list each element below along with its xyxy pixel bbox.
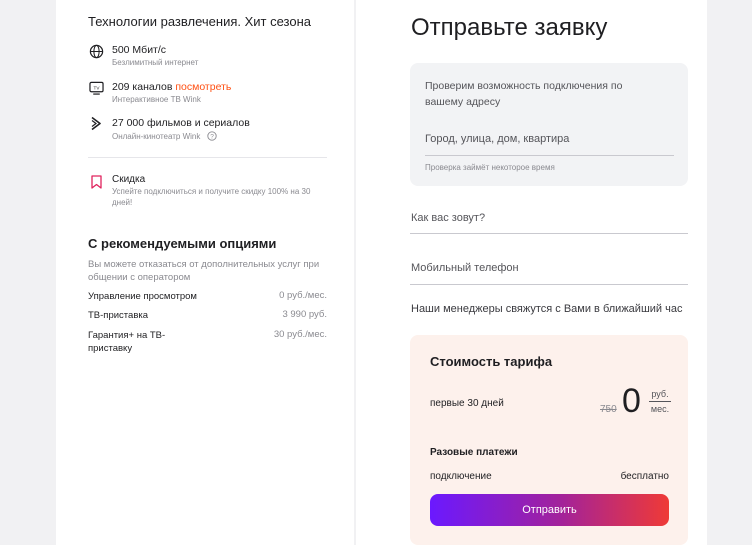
option-name: ТВ-приставка	[88, 310, 149, 321]
feature-channels-sub: Интерактивное ТВ Wink	[112, 95, 201, 104]
feature-internet-speed: 500 Мбит/с	[112, 44, 167, 56]
managers-note: Наши менеджеры свяжутся с Вами в ближайш…	[411, 303, 683, 315]
cost-title: Стоимость тарифа	[430, 354, 553, 369]
connection-value: бесплатно	[620, 471, 669, 482]
options-note-line2: общении с оператором	[88, 272, 191, 283]
option-price: 30 руб./мес.	[273, 329, 327, 340]
discount-text-line2: дней!	[112, 198, 133, 207]
options-note-line1: Вы можете отказаться от дополнительных у…	[88, 259, 320, 270]
name-input[interactable]: Как вас зовут?	[411, 212, 485, 224]
cost-period: первые 30 дней	[430, 398, 504, 409]
divider	[88, 157, 327, 158]
tariff-details-card: Технологии развлечения. Хит сезона 500 М…	[56, 0, 354, 545]
options-title: С рекомендуемыми опциями	[88, 236, 277, 251]
old-price: 750	[600, 404, 617, 415]
tariff-title: Технологии развлечения. Хит сезона	[88, 14, 311, 29]
help-icon[interactable]: ?	[207, 131, 217, 141]
wink-icon	[90, 116, 103, 131]
option-name-line1: Гарантия+ на ТВ-	[88, 330, 166, 341]
svg-text:?: ?	[210, 133, 214, 140]
address-input[interactable]: Город, улица, дом, квартира	[425, 133, 569, 145]
phone-input[interactable]: Мобильный телефон	[411, 262, 519, 274]
option-price: 3 990 руб.	[282, 309, 327, 320]
application-form-card: Отправьте заявку Проверим возможность по…	[356, 0, 707, 545]
phone-input-underline	[410, 284, 688, 285]
one-time-title: Разовые платежи	[430, 447, 518, 458]
channels-link[interactable]: посмотреть	[175, 81, 231, 93]
address-hint: Проверка займёт некоторое время	[425, 163, 555, 172]
tariff-cost-box: Стоимость тарифа первые 30 дней 750 0 ру…	[410, 335, 688, 545]
svg-text:TV: TV	[94, 85, 101, 90]
discount-title: Скидка	[112, 174, 146, 185]
current-price: 0	[622, 382, 641, 420]
address-check-box: Проверим возможность подключения по ваше…	[410, 63, 688, 186]
feature-films-sub: Онлайн-кинотеатр Wink	[112, 132, 201, 141]
feature-films: 27 000 фильмов и сериалов	[112, 117, 250, 129]
connection-label: подключение	[430, 471, 492, 482]
submit-button[interactable]: Отправить	[430, 494, 669, 526]
bookmark-icon	[91, 175, 102, 189]
option-name: Управление просмотром	[88, 291, 197, 302]
globe-icon	[89, 44, 104, 59]
discount-text-line1: Успейте подключиться и получите скидку 1…	[112, 187, 311, 196]
option-price: 0 руб./мес.	[279, 290, 327, 301]
form-title: Отправьте заявку	[411, 14, 608, 41]
feature-channels: 209 каналов посмотреть	[112, 81, 232, 93]
feature-internet-sub: Безлимитный интернет	[112, 58, 199, 67]
tv-icon: TV	[89, 81, 104, 95]
name-input-underline	[410, 233, 688, 234]
address-input-underline	[425, 155, 674, 156]
option-name-line2: приставку	[88, 343, 133, 354]
price-unit: руб. мес.	[649, 389, 671, 414]
address-check-text: Проверим возможность подключения по ваше…	[425, 80, 623, 108]
